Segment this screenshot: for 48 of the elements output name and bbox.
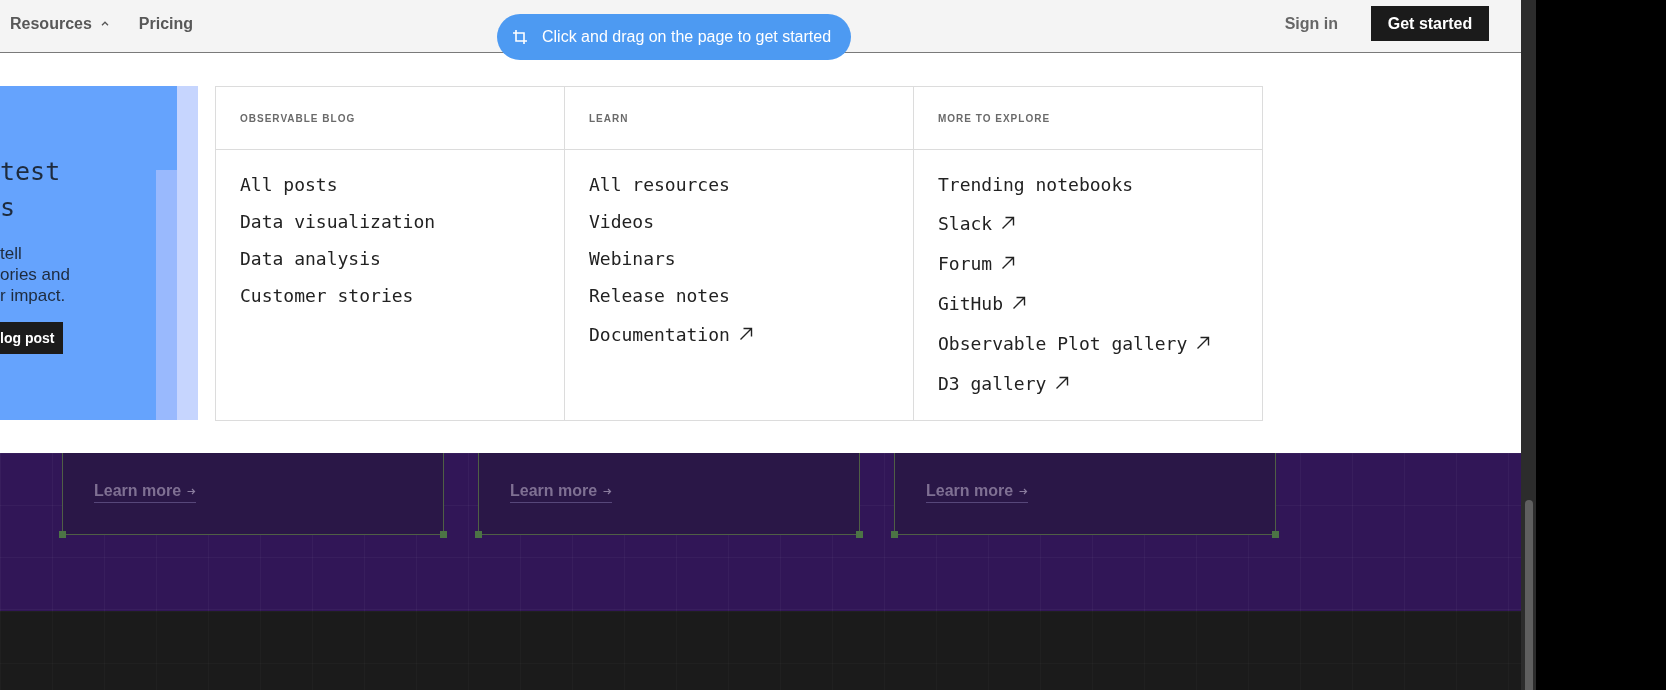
scrollbar-thumb[interactable] [1524,500,1533,690]
menu-link[interactable]: Forum [938,252,1016,274]
corner-handle-icon [1272,531,1279,538]
arrow-right-icon [1019,487,1029,495]
column-heading: LEARN [589,112,629,124]
nav-link[interactable]: Pricing [138,14,194,33]
learn-more-link[interactable]: Learn more [94,482,197,503]
menu-link[interactable]: Data analysis [240,248,381,269]
learn-more-link[interactable]: Learn more [510,482,613,503]
corner-handle-icon [891,531,898,538]
external-link-arrow-icon [1055,376,1070,390]
sign-in-link[interactable]: Sign in [1284,14,1338,33]
menu-link[interactable]: Customer stories [240,285,414,306]
resources-menu-button[interactable]: Resources [10,14,109,33]
menu-link[interactable]: Documentation [589,323,753,345]
chevron-up-icon [100,21,109,26]
external-link-arrow-icon [1001,216,1016,230]
corner-handle-icon [440,531,447,538]
crop-icon [512,29,528,45]
corner-handle-icon [475,531,482,538]
menu-link[interactable]: Webinars [589,248,676,269]
menu-link[interactable]: Observable Plot gallery [938,332,1211,354]
external-link-arrow-icon [1001,256,1016,270]
learn-more-link[interactable]: Learn more [926,482,1029,503]
column-heading: MORE TO EXPLORE [938,112,1051,124]
menu-link[interactable]: Data visualization [240,211,436,232]
menu-link[interactable]: GitHub [938,292,1027,314]
card-heading: test s [0,156,62,224]
corner-handle-icon [59,531,66,538]
read-post-button[interactable]: log post [0,322,64,354]
external-link-arrow-icon [1012,296,1027,310]
arrow-right-icon [603,487,613,495]
menu-link[interactable]: All resources [589,174,730,195]
menu-link[interactable]: All posts [240,174,338,195]
card-description: tell ories and r impact. [0,243,71,306]
external-link-arrow-icon [738,327,753,341]
external-link-arrow-icon [1196,336,1211,350]
get-started-button[interactable]: Get started [1371,6,1489,41]
menu-link[interactable]: D3 gallery [938,372,1070,394]
column-heading: OBSERVABLE BLOG [240,112,356,124]
menu-link[interactable]: Slack [938,212,1016,234]
hint-text: Click and drag on the page to get started [542,28,832,46]
corner-handle-icon [856,531,863,538]
scrollbar-track[interactable] [1521,0,1536,690]
menu-link[interactable]: Trending notebooks [938,174,1134,195]
arrow-right-icon [187,487,197,495]
menu-link[interactable]: Videos [589,211,655,232]
menu-link[interactable]: Release notes [589,285,730,306]
